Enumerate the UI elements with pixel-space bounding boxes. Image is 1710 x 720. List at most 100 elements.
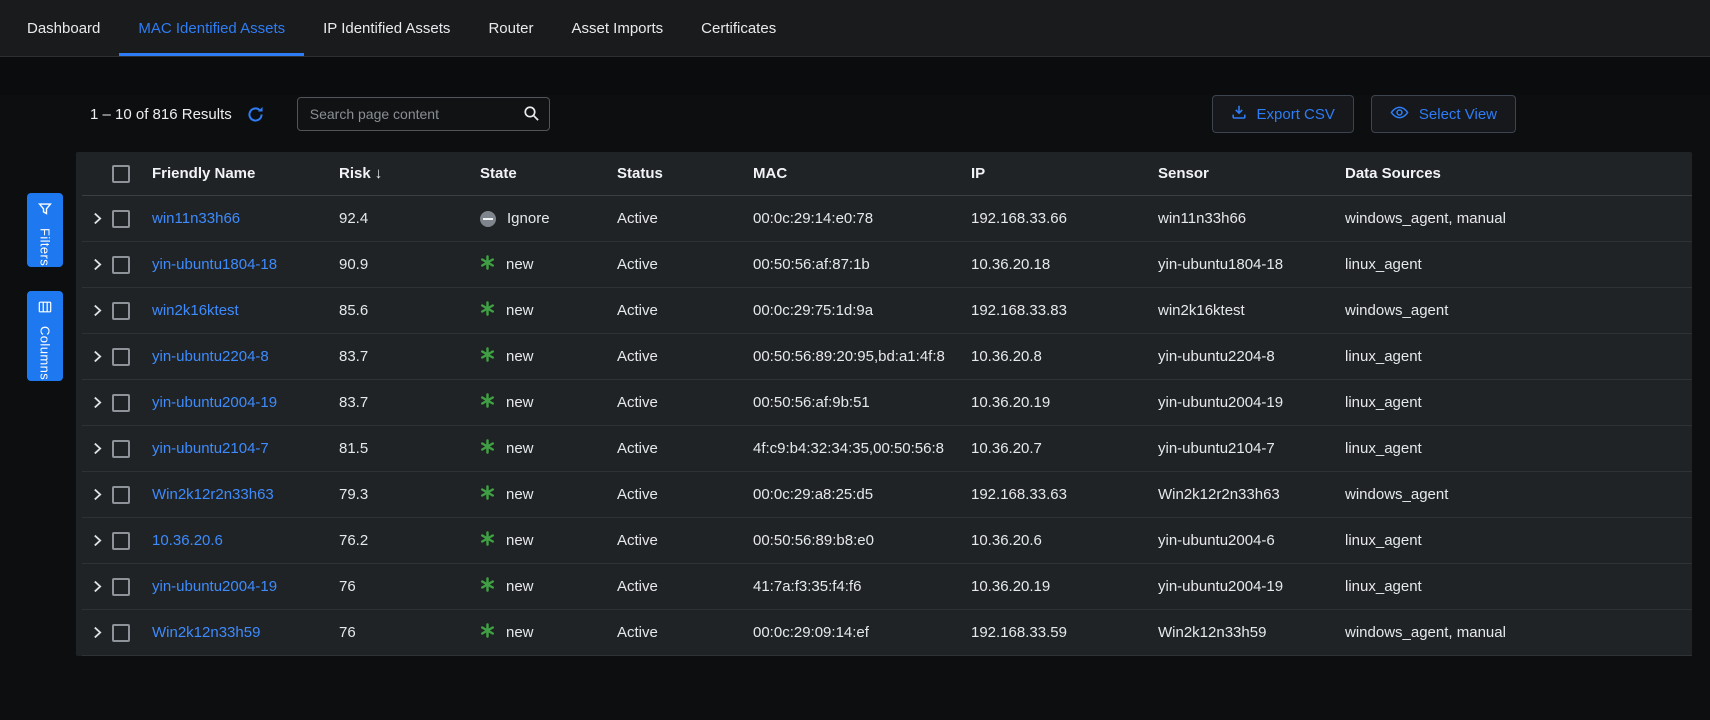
sort-descending-icon: ↓ (375, 165, 383, 182)
row-checkbox[interactable] (112, 532, 130, 550)
expand-chevron-icon[interactable] (82, 258, 112, 271)
sensor-cell: yin-ubuntu1804-18 (1158, 256, 1345, 273)
expand-chevron-icon[interactable] (82, 396, 112, 409)
tab-router[interactable]: Router (469, 0, 552, 56)
export-csv-button[interactable]: Export CSV (1212, 95, 1354, 133)
tab-certificates[interactable]: Certificates (682, 0, 795, 56)
asset-name-link[interactable]: yin-ubuntu2104-7 (152, 440, 269, 457)
expand-chevron-icon[interactable] (82, 212, 112, 225)
header-friendly-name[interactable]: Friendly Name (152, 165, 339, 182)
row-checkbox[interactable] (112, 210, 130, 228)
status-cell: Active (617, 302, 753, 319)
asset-name-link[interactable]: Win2k12n33h59 (152, 624, 260, 641)
row-checkbox[interactable] (112, 578, 130, 596)
new-state-icon (480, 485, 495, 504)
new-state-icon (480, 623, 495, 642)
header-mac[interactable]: MAC (753, 165, 971, 182)
search-input[interactable] (297, 97, 550, 131)
tab-mac-identified-assets[interactable]: MAC Identified Assets (119, 0, 304, 56)
risk-cell: 83.7 (339, 348, 480, 365)
columns-side-tab[interactable]: Columns (27, 291, 63, 381)
tab-dashboard[interactable]: Dashboard (8, 0, 119, 56)
header-sensor[interactable]: Sensor (1158, 165, 1345, 182)
columns-icon (38, 300, 52, 319)
row-checkbox[interactable] (112, 302, 130, 320)
friendly-name-cell: win11n33h66 (152, 210, 339, 227)
select-all-checkbox[interactable] (112, 165, 130, 183)
asset-name-link[interactable]: yin-ubuntu2004-19 (152, 394, 277, 411)
mac-cell: 00:0c:29:a8:25:d5 (753, 486, 971, 503)
friendly-name-cell: yin-ubuntu2004-19 (152, 578, 339, 595)
filters-side-tab[interactable]: Filters (27, 193, 63, 267)
mac-cell: 00:0c:29:75:1d:9a (753, 302, 971, 319)
state-cell: new (480, 485, 617, 504)
ip-cell: 192.168.33.63 (971, 486, 1158, 503)
mac-cell: 00:0c:29:09:14:ef (753, 624, 971, 641)
status-cell: Active (617, 210, 753, 227)
risk-cell: 76 (339, 578, 480, 595)
asset-name-link[interactable]: Win2k12r2n33h63 (152, 486, 274, 503)
state-cell: new (480, 531, 617, 550)
friendly-name-cell: Win2k12n33h59 (152, 624, 339, 641)
sensor-cell: yin-ubuntu2104-7 (1158, 440, 1345, 457)
sensor-cell: yin-ubuntu2004-19 (1158, 394, 1345, 411)
expand-chevron-icon[interactable] (82, 304, 112, 317)
header-ip[interactable]: IP (971, 165, 1158, 182)
table-row: Win2k12r2n33h63 79.3 new Active 00:0c:29… (82, 472, 1692, 518)
asset-name-link[interactable]: win2k16ktest (152, 302, 239, 319)
search-icon[interactable] (523, 105, 540, 127)
row-checkbox[interactable] (112, 486, 130, 504)
tab-ip-identified-assets[interactable]: IP Identified Assets (304, 0, 469, 56)
row-checkbox[interactable] (112, 440, 130, 458)
new-state-icon (480, 255, 495, 274)
asset-name-link[interactable]: win11n33h66 (152, 210, 240, 227)
status-cell: Active (617, 348, 753, 365)
risk-cell: 83.7 (339, 394, 480, 411)
sensor-cell: yin-ubuntu2004-19 (1158, 578, 1345, 595)
sensor-cell: win2k16ktest (1158, 302, 1345, 319)
expand-chevron-icon[interactable] (82, 350, 112, 363)
risk-cell: 81.5 (339, 440, 480, 457)
top-nav: Dashboard MAC Identified Assets IP Ident… (0, 0, 1710, 57)
mac-cell: 41:7a:f3:35:f4:f6 (753, 578, 971, 595)
expand-chevron-icon[interactable] (82, 626, 112, 639)
expand-chevron-icon[interactable] (82, 488, 112, 501)
state-label: new (506, 348, 534, 365)
refresh-icon[interactable] (246, 105, 265, 124)
new-state-icon (480, 301, 495, 320)
assets-table: Friendly Name Risk↓ State Status MAC IP … (76, 152, 1692, 656)
ip-cell: 10.36.20.6 (971, 532, 1158, 549)
friendly-name-cell: yin-ubuntu2204-8 (152, 348, 339, 365)
data-sources-cell: linux_agent (1345, 532, 1692, 549)
row-checkbox[interactable] (112, 624, 130, 642)
state-label: new (506, 578, 534, 595)
status-cell: Active (617, 256, 753, 273)
state-cell: new (480, 623, 617, 642)
mac-cell: 00:50:56:af:87:1b (753, 256, 971, 273)
header-state[interactable]: State (480, 165, 617, 182)
expand-chevron-icon[interactable] (82, 580, 112, 593)
ip-cell: 10.36.20.19 (971, 394, 1158, 411)
table-row: yin-ubuntu1804-18 90.9 new Active 00:50:… (82, 242, 1692, 288)
row-checkbox[interactable] (112, 348, 130, 366)
select-view-button[interactable]: Select View (1371, 95, 1516, 133)
row-checkbox[interactable] (112, 256, 130, 274)
header-data-sources[interactable]: Data Sources (1345, 165, 1692, 182)
mac-cell: 00:50:56:af:9b:51 (753, 394, 971, 411)
asset-name-link[interactable]: yin-ubuntu1804-18 (152, 256, 277, 273)
data-sources-cell: linux_agent (1345, 348, 1692, 365)
status-cell: Active (617, 532, 753, 549)
expand-chevron-icon[interactable] (82, 534, 112, 547)
state-cell: new (480, 393, 617, 412)
data-sources-cell: windows_agent, manual (1345, 210, 1692, 227)
row-checkbox[interactable] (112, 394, 130, 412)
expand-chevron-icon[interactable] (82, 442, 112, 455)
filter-icon (38, 202, 52, 221)
asset-name-link[interactable]: yin-ubuntu2004-19 (152, 578, 277, 595)
ip-cell: 192.168.33.66 (971, 210, 1158, 227)
tab-asset-imports[interactable]: Asset Imports (552, 0, 682, 56)
header-status[interactable]: Status (617, 165, 753, 182)
asset-name-link[interactable]: 10.36.20.6 (152, 532, 223, 549)
header-risk[interactable]: Risk↓ (339, 165, 480, 182)
asset-name-link[interactable]: yin-ubuntu2204-8 (152, 348, 269, 365)
